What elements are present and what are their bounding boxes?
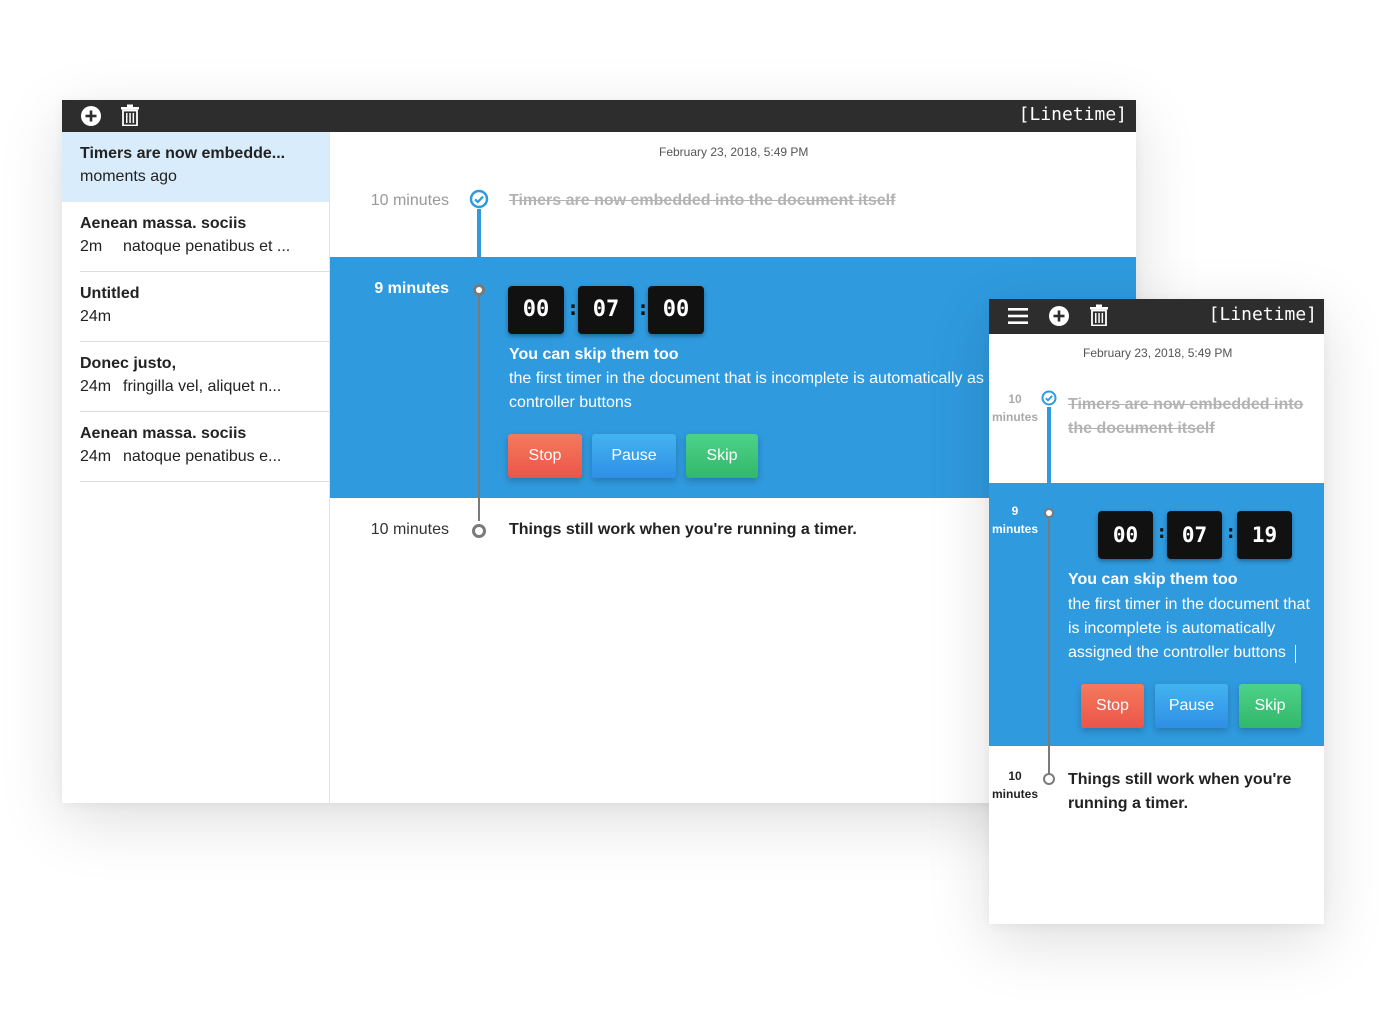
mobile-window: [Linetime] February 23, 2018, 5:49 PM 10… <box>989 299 1324 924</box>
title-line: Timers are now embedded into <box>1068 396 1304 413</box>
task-description-line: controller buttons <box>509 394 632 411</box>
timer-seconds: 00 <box>648 286 704 334</box>
timeline-dot-icon <box>472 524 486 538</box>
duration-number: 9 <box>1011 504 1019 518</box>
task-title-active: You can skip them too <box>509 346 679 363</box>
task-duration: 10 minutes <box>370 192 449 209</box>
title-line: running a timer. <box>1068 795 1189 812</box>
note-time: 24m <box>80 378 112 395</box>
task-duration: 10 minutes <box>370 521 449 538</box>
task-description-line: assigned the controller buttons <box>1068 644 1286 661</box>
task-title: Things still work when you're running a … <box>1068 768 1291 816</box>
app-brand: [Linetime] <box>1018 104 1127 125</box>
task-title-completed: Timers are now embedded into the documen… <box>509 192 896 209</box>
duration-unit: minutes <box>991 522 1038 536</box>
timer-minutes: 07 <box>578 286 634 334</box>
timer-hours: 00 <box>1098 511 1153 559</box>
duration-unit: minutes <box>991 410 1038 424</box>
pause-button[interactable]: Pause <box>1155 684 1228 728</box>
task-duration: 10 minutes <box>989 390 1041 426</box>
task-title-completed: Timers are now embedded into the documen… <box>1068 393 1303 441</box>
skip-button[interactable]: Skip <box>1239 684 1301 728</box>
note-title: Aenean massa. sociis <box>80 215 247 232</box>
document-date: February 23, 2018, 5:49 PM <box>1083 346 1233 360</box>
task-duration: 9 minutes <box>374 280 449 297</box>
timer-hours: 00 <box>508 286 564 334</box>
note-list-item[interactable]: Aenean massa. sociis 24m natoque penatibu… <box>62 412 329 482</box>
note-meta: 2m natoque penatibus et ... <box>80 238 311 256</box>
timeline-dot-icon <box>1043 773 1055 785</box>
note-list-item[interactable]: Untitled 24m <box>62 272 329 342</box>
mobile-titlebar: [Linetime] <box>989 299 1324 334</box>
desktop-window: [Linetime] Timers are now embedde... mom… <box>62 100 1136 803</box>
note-list-item[interactable]: Donec justo, 24m fringilla vel, aliquet n… <box>62 342 329 412</box>
check-circle-icon <box>1041 390 1057 406</box>
task-description-line: the first timer in the document that <box>1068 596 1310 613</box>
task-title: Things still work when you're running a … <box>509 521 857 538</box>
timer-minutes: 07 <box>1167 511 1222 559</box>
note-title: Timers are now embedde... <box>80 145 286 162</box>
timer-colon: : <box>1225 521 1237 543</box>
note-time: 24m <box>80 448 112 465</box>
text-cursor <box>1295 645 1296 663</box>
timeline-line <box>1047 407 1051 485</box>
stop-button[interactable]: Stop <box>508 434 582 478</box>
note-title: Untitled <box>80 285 140 302</box>
stop-button[interactable]: Stop <box>1081 684 1144 728</box>
document-date: February 23, 2018, 5:49 PM <box>659 145 809 159</box>
timer-seconds: 19 <box>1237 511 1292 559</box>
task-description-line: is incomplete is automatically <box>1068 620 1276 637</box>
hamburger-menu-icon[interactable] <box>1008 307 1028 325</box>
plus-circle-icon[interactable] <box>1048 305 1070 327</box>
note-meta: 24m <box>80 308 311 326</box>
note-preview: natoque penatibus et ... <box>123 238 291 255</box>
task-title-active: You can skip them too <box>1068 571 1238 588</box>
note-preview: fringilla vel, aliquet n... <box>123 378 282 395</box>
timeline-dot-icon <box>473 284 485 296</box>
task-duration: 10 minutes <box>989 767 1041 803</box>
note-meta: 24m fringilla vel, aliquet n... <box>80 378 311 396</box>
timeline-line <box>477 209 481 259</box>
duration-unit: minutes <box>991 787 1038 801</box>
duration-number: 10 <box>1008 392 1022 406</box>
plus-circle-icon[interactable] <box>80 105 102 127</box>
note-meta: 24m natoque penatibus e... <box>80 448 311 466</box>
divider <box>80 481 329 482</box>
note-title: Donec justo, <box>80 355 177 372</box>
trash-icon[interactable] <box>121 104 139 126</box>
note-time: 24m <box>80 308 112 325</box>
check-circle-icon <box>469 189 489 209</box>
title-line: Things still work when you're <box>1068 771 1292 788</box>
note-title: Aenean massa. sociis <box>80 425 247 442</box>
timeline-line <box>478 295 480 521</box>
timeline-line <box>1048 519 1050 779</box>
task-duration: 9 minutes <box>989 502 1041 538</box>
note-preview: natoque penatibus e... <box>123 448 282 465</box>
trash-icon[interactable] <box>1090 304 1108 326</box>
desktop-titlebar: [Linetime] <box>62 100 1136 132</box>
note-time: moments ago <box>80 168 177 185</box>
task-description-line: the first timer in the document that is … <box>509 370 984 387</box>
pause-button[interactable]: Pause <box>592 434 676 478</box>
duration-number: 10 <box>1008 769 1022 783</box>
note-meta: moments ago <box>80 168 311 186</box>
timeline-dot-icon <box>1044 508 1054 518</box>
note-time: 2m <box>80 238 103 255</box>
skip-button[interactable]: Skip <box>686 434 758 478</box>
notes-sidebar: Timers are now embedde... moments ago Ae… <box>62 132 330 803</box>
note-list-item[interactable]: Aenean massa. sociis 2m natoque penatibus… <box>62 202 329 272</box>
app-brand: [Linetime] <box>1208 304 1317 325</box>
timer-colon: : <box>1156 521 1168 543</box>
note-list-item[interactable]: Timers are now embedde... moments ago <box>62 132 329 202</box>
title-line: the document itself <box>1068 420 1215 437</box>
